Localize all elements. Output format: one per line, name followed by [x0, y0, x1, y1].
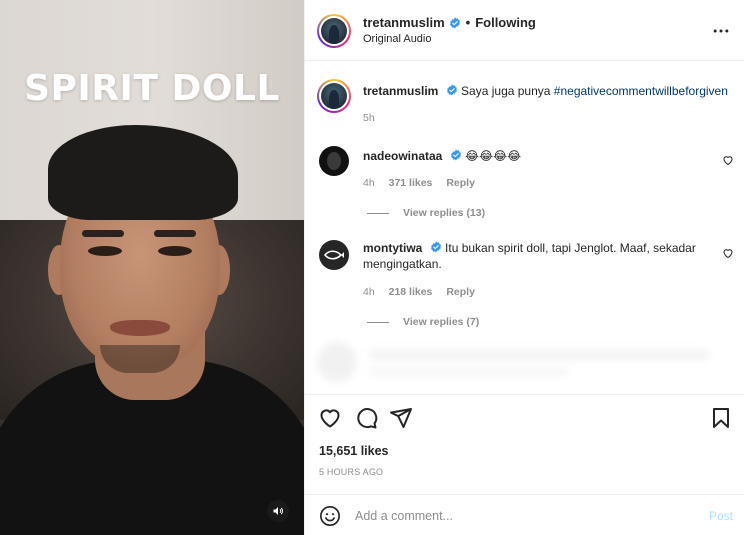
sound-toggle-button[interactable] [267, 500, 289, 522]
view-replies-button[interactable]: View replies (7) [367, 316, 479, 328]
comment-like-icon[interactable] [722, 154, 734, 166]
faded-comment [317, 340, 737, 390]
comment-likes[interactable]: 218 likes [389, 286, 433, 298]
following-button[interactable]: Following [475, 15, 536, 30]
reply-button[interactable]: Reply [446, 177, 475, 189]
video-person-eye [88, 246, 122, 256]
caption-body: Saya juga punya [461, 84, 551, 98]
post-panel: tretanmuslim • Following Original Audio … [304, 0, 744, 535]
author-username[interactable]: tretanmuslim [363, 15, 445, 30]
video-person-mouth [110, 320, 170, 336]
post-header: tretanmuslim • Following Original Audio [305, 0, 744, 61]
reply-button[interactable]: Reply [446, 286, 475, 298]
comment-body: 😂😂😂😂 [465, 149, 522, 163]
comment-time[interactable]: 4h [363, 177, 375, 189]
separator-dot: • [465, 15, 471, 30]
view-replies-label: View replies (13) [403, 207, 486, 219]
post-button[interactable]: Post [709, 509, 733, 523]
heart-icon[interactable] [318, 406, 342, 430]
caption-username[interactable]: tretanmuslim [363, 84, 438, 98]
video-person-brow [154, 230, 196, 237]
comment-input[interactable] [355, 506, 685, 526]
post-time[interactable]: 5 HOURS AGO [319, 467, 383, 477]
likes-count[interactable]: 15,651 likes [319, 444, 389, 458]
author-avatar[interactable] [317, 14, 351, 48]
comment-meta: 4h 218 likes Reply [363, 286, 475, 298]
comment-meta: 4h 371 likes Reply [363, 177, 475, 189]
fish-logo-icon [323, 250, 344, 260]
comment-text: montytiwa Itu bukan spirit doll, tapi Je… [363, 240, 733, 272]
verified-badge-icon [449, 17, 460, 28]
verified-badge-icon [446, 84, 457, 96]
verified-badge-icon [450, 149, 461, 161]
emoji-icon[interactable] [319, 505, 341, 527]
view-replies-button[interactable]: View replies (13) [367, 207, 485, 219]
caption-text: tretanmuslim Saya juga punya #negativeco… [363, 83, 733, 99]
commenter-username[interactable]: nadeowinataa [363, 149, 442, 163]
add-comment-bar: Post [305, 494, 744, 535]
video-player[interactable]: SPIRIT DOLL [0, 0, 304, 535]
comment-icon[interactable] [354, 406, 378, 430]
caption-avatar[interactable] [317, 79, 351, 113]
audio-label[interactable]: Original Audio [363, 33, 432, 45]
commenter-avatar[interactable] [319, 240, 349, 270]
speaker-icon [273, 507, 283, 515]
verified-badge-icon [430, 241, 441, 253]
comment-like-icon[interactable] [722, 247, 734, 259]
commenter-username[interactable]: montytiwa [363, 241, 422, 255]
comment-item: nadeowinataa 😂😂😂😂 4h 371 likes Reply Vie… [305, 140, 744, 230]
caption-hashtag[interactable]: #negativecommentwillbeforgiven [554, 84, 728, 98]
caption-time[interactable]: 5h [363, 112, 375, 124]
author-line: tretanmuslim • Following [363, 15, 536, 30]
video-person-eye [158, 246, 192, 256]
commenter-avatar[interactable] [319, 146, 349, 176]
more-horizontal-icon[interactable] [711, 21, 731, 41]
view-replies-label: View replies (7) [403, 316, 480, 328]
video-person-brow [82, 230, 124, 237]
comment-item: montytiwa Itu bukan spirit doll, tapi Je… [305, 235, 744, 335]
comment-likes[interactable]: 371 likes [389, 177, 433, 189]
send-icon[interactable] [389, 406, 413, 430]
post-actions: 15,651 likes 5 HOURS AGO [305, 394, 744, 494]
comment-time[interactable]: 4h [363, 286, 375, 298]
comment-text: nadeowinataa 😂😂😂😂 [363, 148, 733, 164]
bookmark-icon[interactable] [709, 406, 733, 430]
video-overlay-text: SPIRIT DOLL [24, 68, 280, 109]
